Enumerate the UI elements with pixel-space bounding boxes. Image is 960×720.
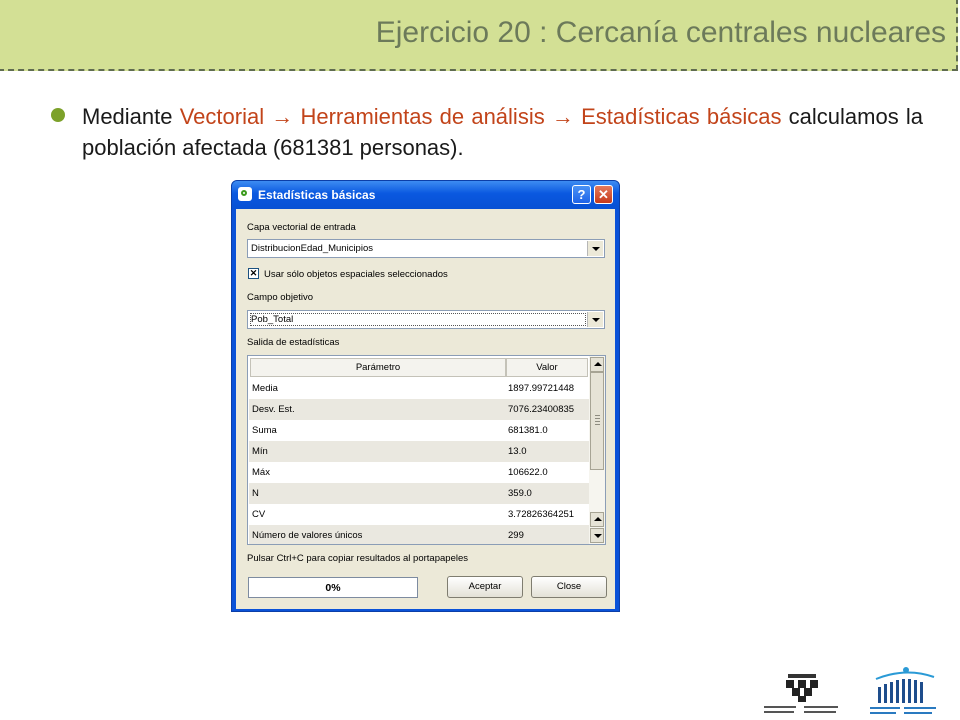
column-header-value[interactable]: Valor <box>506 358 588 377</box>
table-cell-value: 13.0 <box>508 446 527 457</box>
scroll-up-button[interactable] <box>590 357 604 372</box>
table-cell-parameter: Desv. Est. <box>252 404 295 415</box>
bullet-text: Mediante Vectorial → Herramientas de aná… <box>82 101 923 163</box>
table-cell-parameter: Media <box>252 383 278 394</box>
input-layer-label: Capa vectorial de entrada <box>247 222 356 233</box>
output-label: Salida de estadísticas <box>247 337 340 348</box>
bullet-prefix: Mediante <box>82 104 180 129</box>
target-field-label: Campo objetivo <box>247 292 314 303</box>
slide-title: Ejercicio 20 : Cercanía centrales nuclea… <box>375 16 946 49</box>
scroll-thumb[interactable] <box>590 372 604 470</box>
table-cell-parameter: Máx <box>252 467 270 478</box>
table-cell-parameter: N <box>252 488 259 499</box>
table-row[interactable]: Mín 13.0 <box>249 441 590 462</box>
progress-text: 0% <box>325 582 341 594</box>
clipboard-hint: Pulsar Ctrl+C para copiar resultados al … <box>247 553 468 564</box>
dialog-titlebar[interactable]: Estadísticas básicas ? ✕ <box>232 181 619 209</box>
table-scrollbar[interactable] <box>589 356 605 544</box>
input-layer-select[interactable]: DistribucionEdad_Municipios <box>247 239 605 258</box>
table-cell-parameter: Suma <box>252 425 277 436</box>
upv-ehu-logo <box>764 674 838 713</box>
input-layer-value: DistribucionEdad_Municipios <box>251 243 373 254</box>
column-header-parameter[interactable]: Parámetro <box>250 358 506 377</box>
target-field-value: Pob_Total <box>251 314 294 325</box>
scroll-up-button-lower[interactable] <box>590 512 604 527</box>
table-row[interactable]: Número de valores únicos 299 <box>249 525 590 544</box>
chevron-down-icon[interactable] <box>587 312 603 327</box>
dialog-body: Capa vectorial de entrada DistribucionEd… <box>236 209 615 609</box>
accept-button[interactable]: Aceptar <box>447 576 523 598</box>
scroll-down-button[interactable] <box>590 528 604 543</box>
table-row[interactable]: Media 1897.99721448 <box>249 378 590 399</box>
focus-outline <box>250 313 586 326</box>
table-cell-value: 359.0 <box>508 488 532 499</box>
close-button[interactable]: Close <box>531 576 607 598</box>
statistics-table: Parámetro Valor Media 1897.99721448 Desv… <box>247 355 606 545</box>
table-cell-value: 1897.99721448 <box>508 383 575 394</box>
table-row[interactable]: Suma 681381.0 <box>249 420 590 441</box>
selected-features-checkbox[interactable]: ✕ <box>248 268 259 279</box>
bullet-dot <box>51 108 65 122</box>
selected-features-label: Usar sólo objetos espaciales seleccionad… <box>264 269 448 280</box>
table-cell-value: 3.72826364251 <box>508 509 575 520</box>
chevron-down-icon[interactable] <box>587 241 603 256</box>
title-banner: Ejercicio 20 : Cercanía centrales nuclea… <box>0 0 958 71</box>
window-close-button[interactable]: ✕ <box>594 185 613 204</box>
basic-statistics-dialog: Estadísticas básicas ? ✕ Capa vectorial … <box>231 180 620 612</box>
table-cell-parameter: Mín <box>252 446 268 457</box>
qgis-icon <box>238 187 252 201</box>
table-cell-value: 299 <box>508 530 524 541</box>
table-cell-value: 106622.0 <box>508 467 548 478</box>
table-row[interactable]: N 359.0 <box>249 483 590 504</box>
table-cell-value: 7076.23400835 <box>508 404 575 415</box>
menu-path: Vectorial → Herramientas de análisis → E… <box>179 104 782 129</box>
dialog-title: Estadísticas básicas <box>258 188 376 202</box>
table-cell-parameter: Número de valores únicos <box>252 530 363 541</box>
target-field-select[interactable]: Pob_Total <box>247 310 605 329</box>
escuela-universitaria-logo <box>870 667 936 714</box>
table-row[interactable]: Máx 106622.0 <box>249 462 590 483</box>
table-row[interactable]: Desv. Est. 7076.23400835 <box>249 399 590 420</box>
table-row[interactable]: CV 3.72826364251 <box>249 504 590 525</box>
help-button[interactable]: ? <box>572 185 591 204</box>
table-cell-parameter: CV <box>252 509 266 520</box>
table-cell-value: 681381.0 <box>508 425 548 436</box>
progress-bar: 0% <box>248 577 418 598</box>
